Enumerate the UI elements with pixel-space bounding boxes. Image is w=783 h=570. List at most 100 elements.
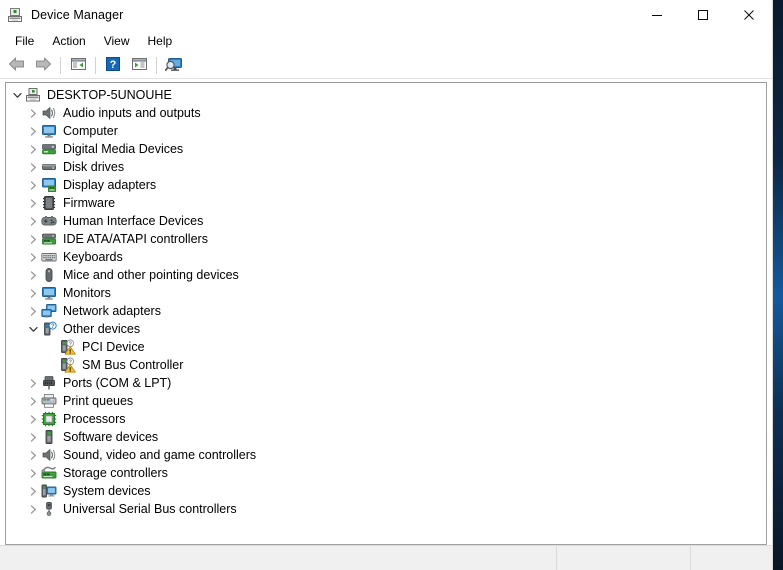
chevron-right-icon[interactable]: [25, 194, 41, 212]
chevron-right-icon[interactable]: [25, 284, 41, 302]
properties-button[interactable]: [126, 53, 152, 77]
chevron-right-icon[interactable]: [25, 428, 41, 446]
title-bar: Device Manager: [0, 0, 772, 30]
svg-text:?: ?: [51, 324, 55, 330]
status-pane-end: [691, 546, 772, 570]
menu-item-help[interactable]: Help: [139, 31, 182, 51]
chevron-right-icon[interactable]: [25, 122, 41, 140]
close-button[interactable]: [726, 0, 772, 30]
tree-node-ports-com-lpt[interactable]: Ports (COM & LPT): [6, 374, 766, 392]
chevron-right-icon[interactable]: [25, 248, 41, 266]
tree-node-disk-drives[interactable]: Disk drives: [6, 158, 766, 176]
back-button[interactable]: [4, 53, 30, 77]
computer-root-icon: [25, 87, 41, 103]
status-pane-middle: [557, 546, 691, 570]
tree-node-label: Display adapters: [63, 178, 157, 192]
tree-node-universal-serial-bus-controllers[interactable]: Universal Serial Bus controllers: [6, 500, 766, 518]
tree-node-firmware[interactable]: Firmware: [6, 194, 766, 212]
firmware-chip-icon: [41, 195, 57, 211]
tree-root-node[interactable]: DESKTOP-5UNOUHE: [6, 86, 766, 104]
chevron-right-icon[interactable]: [25, 104, 41, 122]
usb-controller-icon: [41, 501, 57, 517]
toolbar-separator-1: [60, 56, 61, 74]
tree-node-label: PCI Device: [82, 340, 145, 354]
chevron-right-icon[interactable]: [25, 212, 41, 230]
chevron-right-icon[interactable]: [25, 464, 41, 482]
port-connector-icon: [41, 375, 57, 391]
tree-node-mice-and-other-pointing-devices[interactable]: Mice and other pointing devices: [6, 266, 766, 284]
chevron-right-icon[interactable]: [25, 482, 41, 500]
tree-node-label: Universal Serial Bus controllers: [63, 502, 237, 516]
tree-node-human-interface-devices[interactable]: Human Interface Devices: [6, 212, 766, 230]
tree-node-label: Keyboards: [63, 250, 123, 264]
tree-node-label: IDE ATA/ATAPI controllers: [63, 232, 208, 246]
forward-arrow-icon: [34, 56, 52, 75]
hid-gamepad-icon: [41, 213, 57, 229]
tree-node-label: Disk drives: [63, 160, 125, 174]
help-button[interactable]: ?: [100, 53, 126, 77]
tree-node-network-adapters[interactable]: Network adapters: [6, 302, 766, 320]
tree-node-label: Digital Media Devices: [63, 142, 184, 156]
minimize-button[interactable]: [634, 0, 680, 30]
tree-node-display-adapters[interactable]: Display adapters: [6, 176, 766, 194]
scan-monitor-icon: [164, 56, 183, 75]
tree-node-label: Software devices: [63, 430, 159, 444]
unknown-device-warning-icon: ?: [60, 357, 76, 373]
back-arrow-icon: [8, 56, 26, 75]
tree-node-storage-controllers[interactable]: Storage controllers: [6, 464, 766, 482]
device-manager-window: Device Manager File Action View Help ? D…: [0, 0, 773, 570]
ide-controller-icon: [41, 231, 57, 247]
scan-for-hardware-changes-button[interactable]: [161, 53, 187, 77]
tree-node-ide-ata-atapi-controllers[interactable]: IDE ATA/ATAPI controllers: [6, 230, 766, 248]
tree-node-digital-media-devices[interactable]: Digital Media Devices: [6, 140, 766, 158]
maximize-button[interactable]: [680, 0, 726, 30]
tree-node-label: Processors: [63, 412, 126, 426]
show-hide-console-tree-button[interactable]: [65, 53, 91, 77]
monitor-icon: [41, 123, 57, 139]
toolbar-separator-3: [156, 56, 157, 74]
device-tree[interactable]: DESKTOP-5UNOUHE Audio inputs and outputs…: [5, 82, 767, 545]
chevron-right-icon[interactable]: [25, 158, 41, 176]
tree-node-computer[interactable]: Computer: [6, 122, 766, 140]
chevron-right-icon[interactable]: [25, 392, 41, 410]
display-adapter-icon: [41, 177, 57, 193]
tree-node-software-devices[interactable]: Software devices: [6, 428, 766, 446]
tree-node-label: Print queues: [63, 394, 134, 408]
chevron-down-icon[interactable]: [9, 86, 25, 104]
help-question-icon: ?: [105, 56, 121, 75]
tree-panel: DESKTOP-5UNOUHE Audio inputs and outputs…: [0, 79, 772, 545]
menu-item-view[interactable]: View: [95, 31, 139, 51]
chevron-right-icon[interactable]: [25, 500, 41, 518]
menu-item-file[interactable]: File: [6, 31, 43, 51]
chevron-right-icon[interactable]: [25, 266, 41, 284]
chevron-right-icon[interactable]: [25, 374, 41, 392]
tree-node-label: Mice and other pointing devices: [63, 268, 239, 282]
tree-node-print-queues[interactable]: Print queues: [6, 392, 766, 410]
tree-node-processors[interactable]: Processors: [6, 410, 766, 428]
chevron-right-icon[interactable]: [25, 410, 41, 428]
tree-node-pci-device[interactable]: ? PCI Device: [6, 338, 766, 356]
tree-node-keyboards[interactable]: Keyboards: [6, 248, 766, 266]
tree-node-label: Other devices: [63, 322, 141, 336]
menu-item-action[interactable]: Action: [43, 31, 94, 51]
chevron-right-icon[interactable]: [25, 302, 41, 320]
device-manager-icon: [7, 7, 23, 23]
svg-text:?: ?: [110, 59, 117, 71]
tree-node-sound-video-and-game-controllers[interactable]: Sound, video and game controllers: [6, 446, 766, 464]
chevron-right-icon[interactable]: [25, 140, 41, 158]
disk-drive-icon: [41, 159, 57, 175]
forward-button[interactable]: [30, 53, 56, 77]
chevron-right-icon[interactable]: [25, 230, 41, 248]
chevron-right-icon[interactable]: [25, 446, 41, 464]
media-device-icon: [41, 141, 57, 157]
tree-node-system-devices[interactable]: System devices: [6, 482, 766, 500]
unknown-device-icon: ?: [41, 321, 57, 337]
mouse-icon: [41, 267, 57, 283]
tree-node-audio-inputs-and-outputs[interactable]: Audio inputs and outputs: [6, 104, 766, 122]
tree-node-sm-bus-controller[interactable]: ? SM Bus Controller: [6, 356, 766, 374]
chevron-right-icon[interactable]: [25, 176, 41, 194]
tree-node-monitors[interactable]: Monitors: [6, 284, 766, 302]
tree-node-other-devices[interactable]: ? Other devices: [6, 320, 766, 338]
chevron-down-icon[interactable]: [25, 320, 41, 338]
